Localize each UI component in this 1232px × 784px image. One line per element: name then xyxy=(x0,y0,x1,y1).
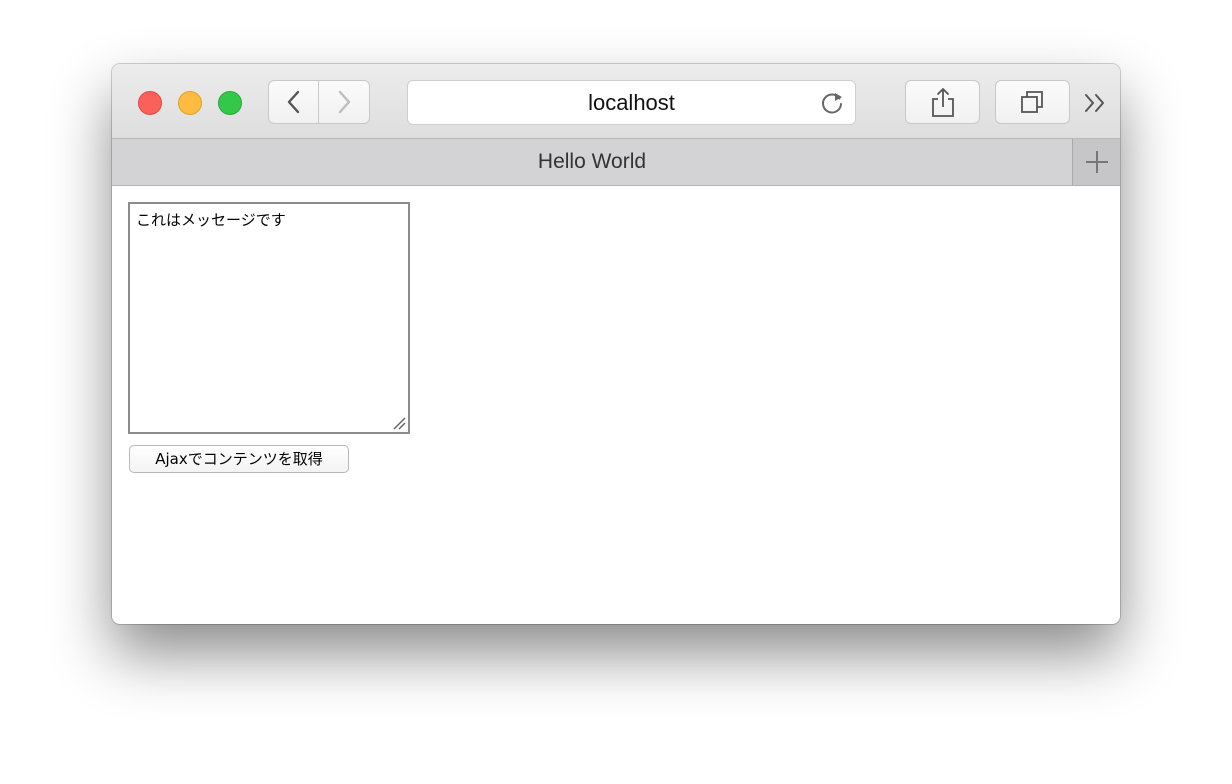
fetch-content-button[interactable]: Ajaxでコンテンツを取得 xyxy=(129,445,349,473)
double-chevron-right-icon[interactable] xyxy=(1082,90,1110,116)
chevron-right-icon xyxy=(338,90,351,114)
address-text: localhost xyxy=(588,90,675,115)
show-tabs-button[interactable] xyxy=(995,80,1070,124)
browser-toolbar: localhost xyxy=(112,64,1120,139)
new-tab-button[interactable] xyxy=(1072,139,1120,185)
share-button[interactable] xyxy=(905,80,980,124)
tab-bar: Hello World xyxy=(112,139,1120,186)
reload-icon[interactable] xyxy=(819,90,845,116)
tab-hello-world[interactable]: Hello World xyxy=(112,139,1072,185)
tabs-icon xyxy=(1020,91,1043,113)
textarea-value: これはメッセージです xyxy=(136,211,286,229)
plus-icon xyxy=(1086,151,1108,173)
resize-handle-icon[interactable] xyxy=(392,416,406,430)
back-button[interactable] xyxy=(268,80,319,124)
maximize-window-button[interactable] xyxy=(218,91,242,115)
close-window-button[interactable] xyxy=(138,91,162,115)
page-content: これはメッセージです Ajaxでコンテンツを取得 xyxy=(112,186,1120,624)
minimize-window-button[interactable] xyxy=(178,91,202,115)
browser-window: localhost Hello World これはメッセージです Ajaxでコン… xyxy=(112,64,1120,624)
share-icon xyxy=(931,88,954,117)
chevron-left-icon xyxy=(287,90,299,114)
message-textarea[interactable]: これはメッセージです xyxy=(128,202,410,434)
address-bar[interactable]: localhost xyxy=(407,80,856,125)
forward-button[interactable] xyxy=(319,80,370,124)
